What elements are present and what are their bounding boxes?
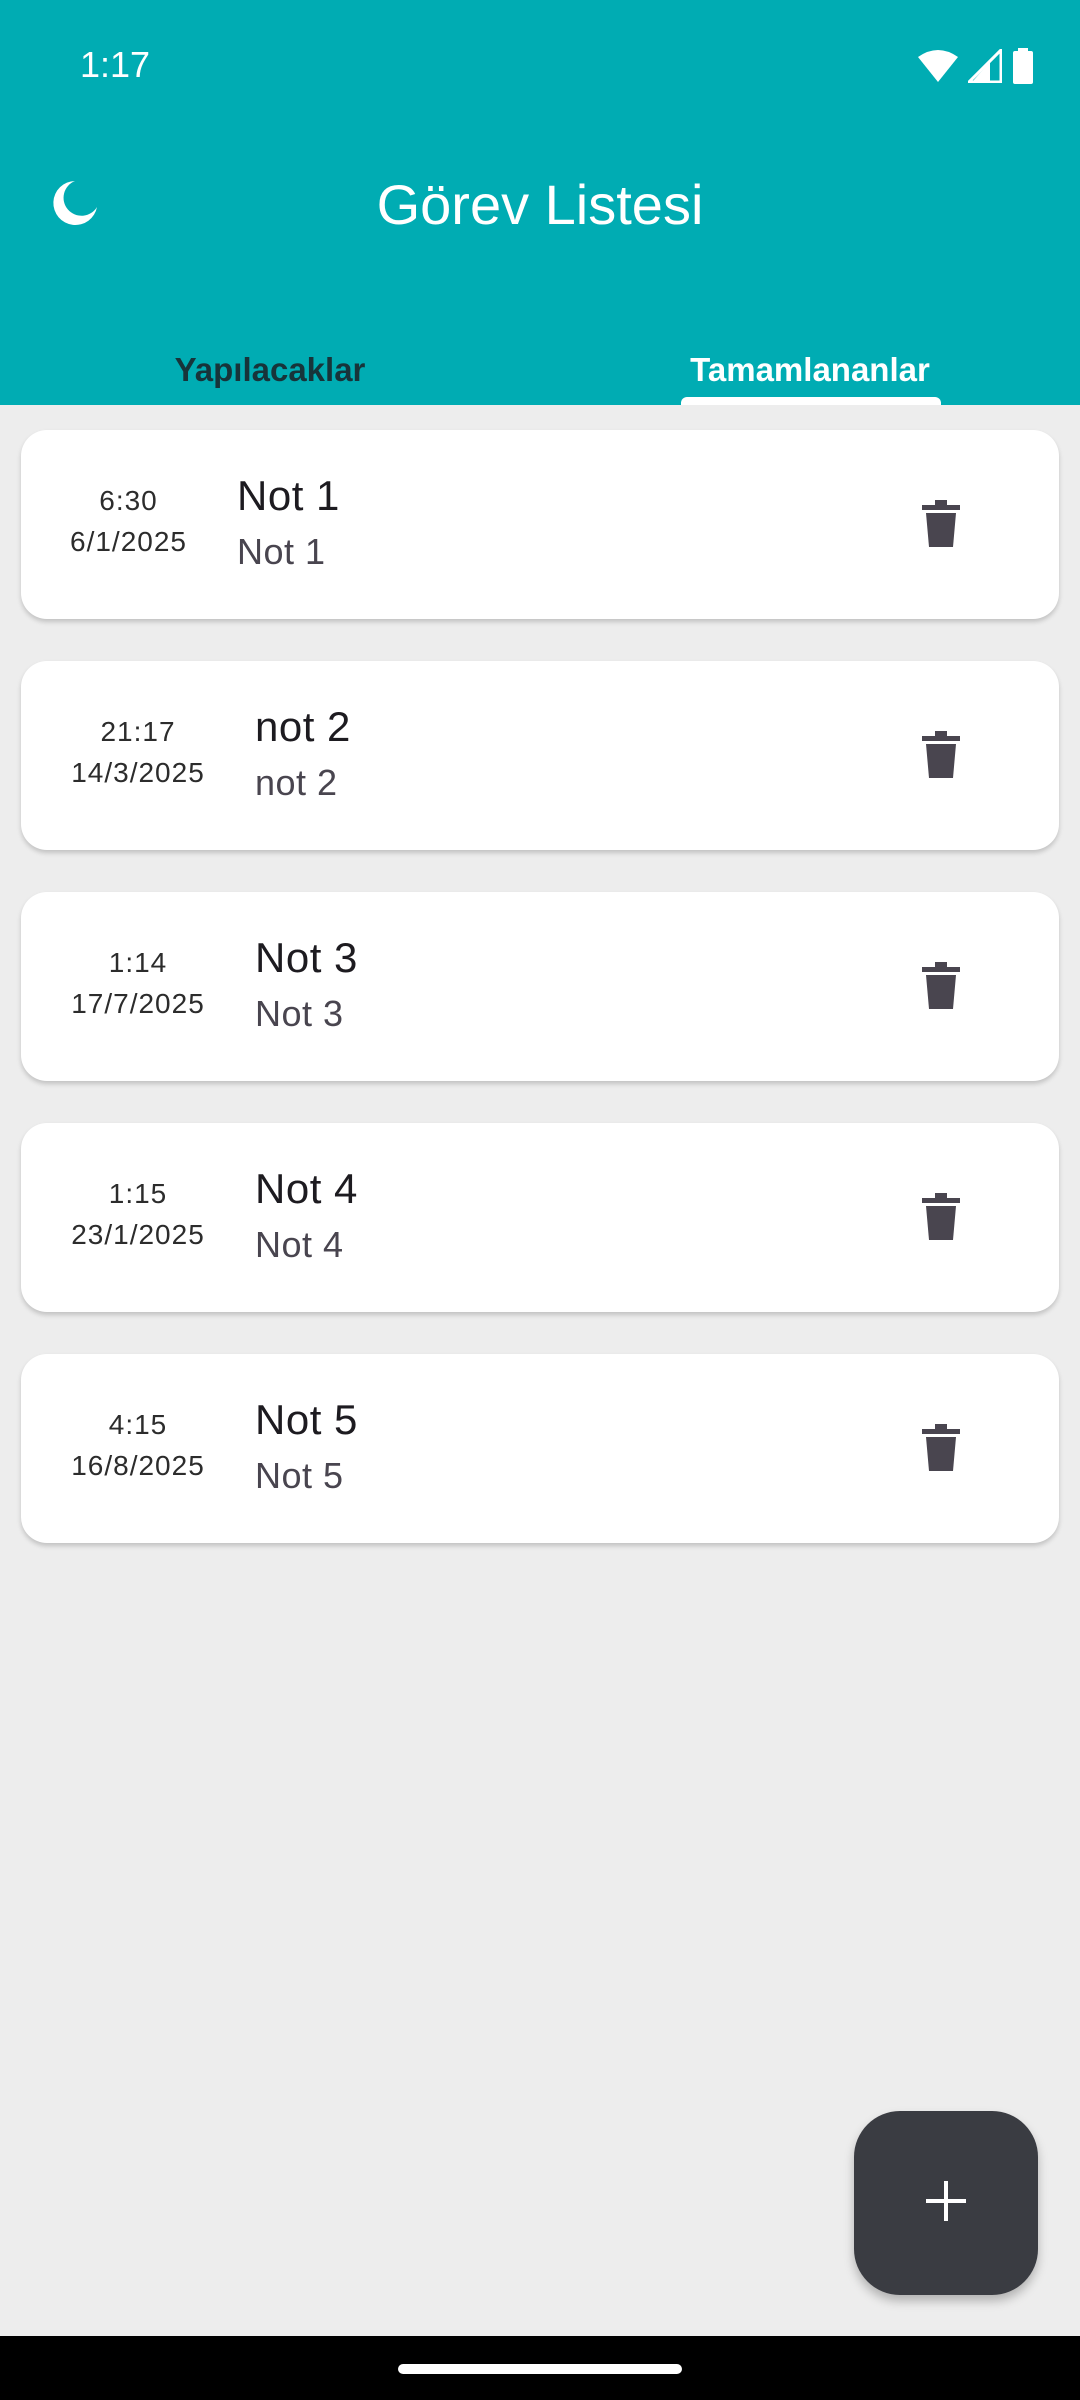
delete-button[interactable] xyxy=(911,1188,971,1248)
note-subtitle: Not 4 xyxy=(255,1224,344,1265)
note-time: 1:14 xyxy=(108,947,168,978)
note-datetime: 4:15 16/8/2025 xyxy=(21,1404,255,1486)
tab-completed[interactable]: Tamamlananlar xyxy=(540,340,1080,405)
status-time: 1:17 xyxy=(80,44,151,85)
tab-todo-label: Yapılacaklar xyxy=(174,351,366,388)
note-title: Not 1 xyxy=(237,472,340,519)
note-text: not 2 not 2 xyxy=(255,699,351,811)
trash-icon xyxy=(922,1192,960,1245)
note-datetime: 6:30 6/1/2025 xyxy=(21,480,236,562)
note-card[interactable]: 21:17 14/3/2025 not 2 not 2 xyxy=(21,661,1059,850)
tab-bar: Yapılacaklar Tamamlananlar xyxy=(0,340,1080,405)
note-datetime: 21:17 14/3/2025 xyxy=(21,711,255,793)
note-text: Not 5 Not 5 xyxy=(255,1392,358,1504)
tab-todo[interactable]: Yapılacaklar xyxy=(0,340,540,405)
note-card[interactable]: 4:15 16/8/2025 Not 5 Not 5 xyxy=(21,1354,1059,1543)
note-title: Not 3 xyxy=(255,934,358,981)
note-text: Not 3 Not 3 xyxy=(255,930,358,1042)
note-time: 21:17 xyxy=(100,716,176,747)
page-title: Görev Listesi xyxy=(376,173,704,236)
note-card[interactable]: 1:15 23/1/2025 Not 4 Not 4 xyxy=(21,1123,1059,1312)
wifi-icon xyxy=(918,49,958,83)
tab-selected-indicator xyxy=(681,397,941,405)
delete-button[interactable] xyxy=(911,726,971,786)
note-subtitle: Not 3 xyxy=(255,993,344,1034)
status-bar: 1:17 xyxy=(0,0,1080,135)
plus-icon xyxy=(926,2180,966,2226)
tab-completed-label: Tamamlananlar xyxy=(690,351,930,388)
note-title: Not 5 xyxy=(255,1396,358,1443)
note-time: 4:15 xyxy=(108,1409,168,1440)
note-date: 6/1/2025 xyxy=(70,526,187,557)
note-card[interactable]: 1:14 17/7/2025 Not 3 Not 3 xyxy=(21,892,1059,1081)
trash-icon xyxy=(922,499,960,552)
note-subtitle: Not 1 xyxy=(237,531,326,572)
add-note-button[interactable] xyxy=(854,2111,1038,2295)
home-gesture-handle[interactable] xyxy=(398,2364,682,2374)
note-date: 14/3/2025 xyxy=(71,757,205,788)
note-title: not 2 xyxy=(255,703,351,750)
delete-button[interactable] xyxy=(911,495,971,555)
app-root: 1:17 Görev Listesi Yapılacaklar Tamamlan… xyxy=(0,0,1080,2400)
status-icons xyxy=(918,48,1034,84)
note-card[interactable]: 6:30 6/1/2025 Not 1 Not 1 xyxy=(21,430,1059,619)
note-date: 17/7/2025 xyxy=(71,988,205,1019)
note-subtitle: Not 5 xyxy=(255,1455,344,1496)
delete-button[interactable] xyxy=(911,957,971,1017)
trash-icon xyxy=(922,730,960,783)
delete-button[interactable] xyxy=(911,1419,971,1479)
note-datetime: 1:14 17/7/2025 xyxy=(21,942,255,1024)
signal-icon xyxy=(968,49,1002,83)
note-datetime: 1:15 23/1/2025 xyxy=(21,1173,255,1255)
note-subtitle: not 2 xyxy=(255,762,338,803)
trash-icon xyxy=(922,961,960,1014)
trash-icon xyxy=(922,1423,960,1476)
note-text: Not 1 Not 1 xyxy=(237,468,340,580)
note-date: 23/1/2025 xyxy=(71,1219,205,1250)
app-header: 1:17 Görev Listesi Yapılacaklar Tamamlan… xyxy=(0,0,1080,405)
battery-icon xyxy=(1012,48,1034,84)
note-text: Not 4 Not 4 xyxy=(255,1161,358,1273)
note-time: 1:15 xyxy=(108,1178,168,1209)
note-time: 6:30 xyxy=(99,485,158,516)
note-title: Not 4 xyxy=(255,1165,358,1212)
note-date: 16/8/2025 xyxy=(71,1450,205,1481)
